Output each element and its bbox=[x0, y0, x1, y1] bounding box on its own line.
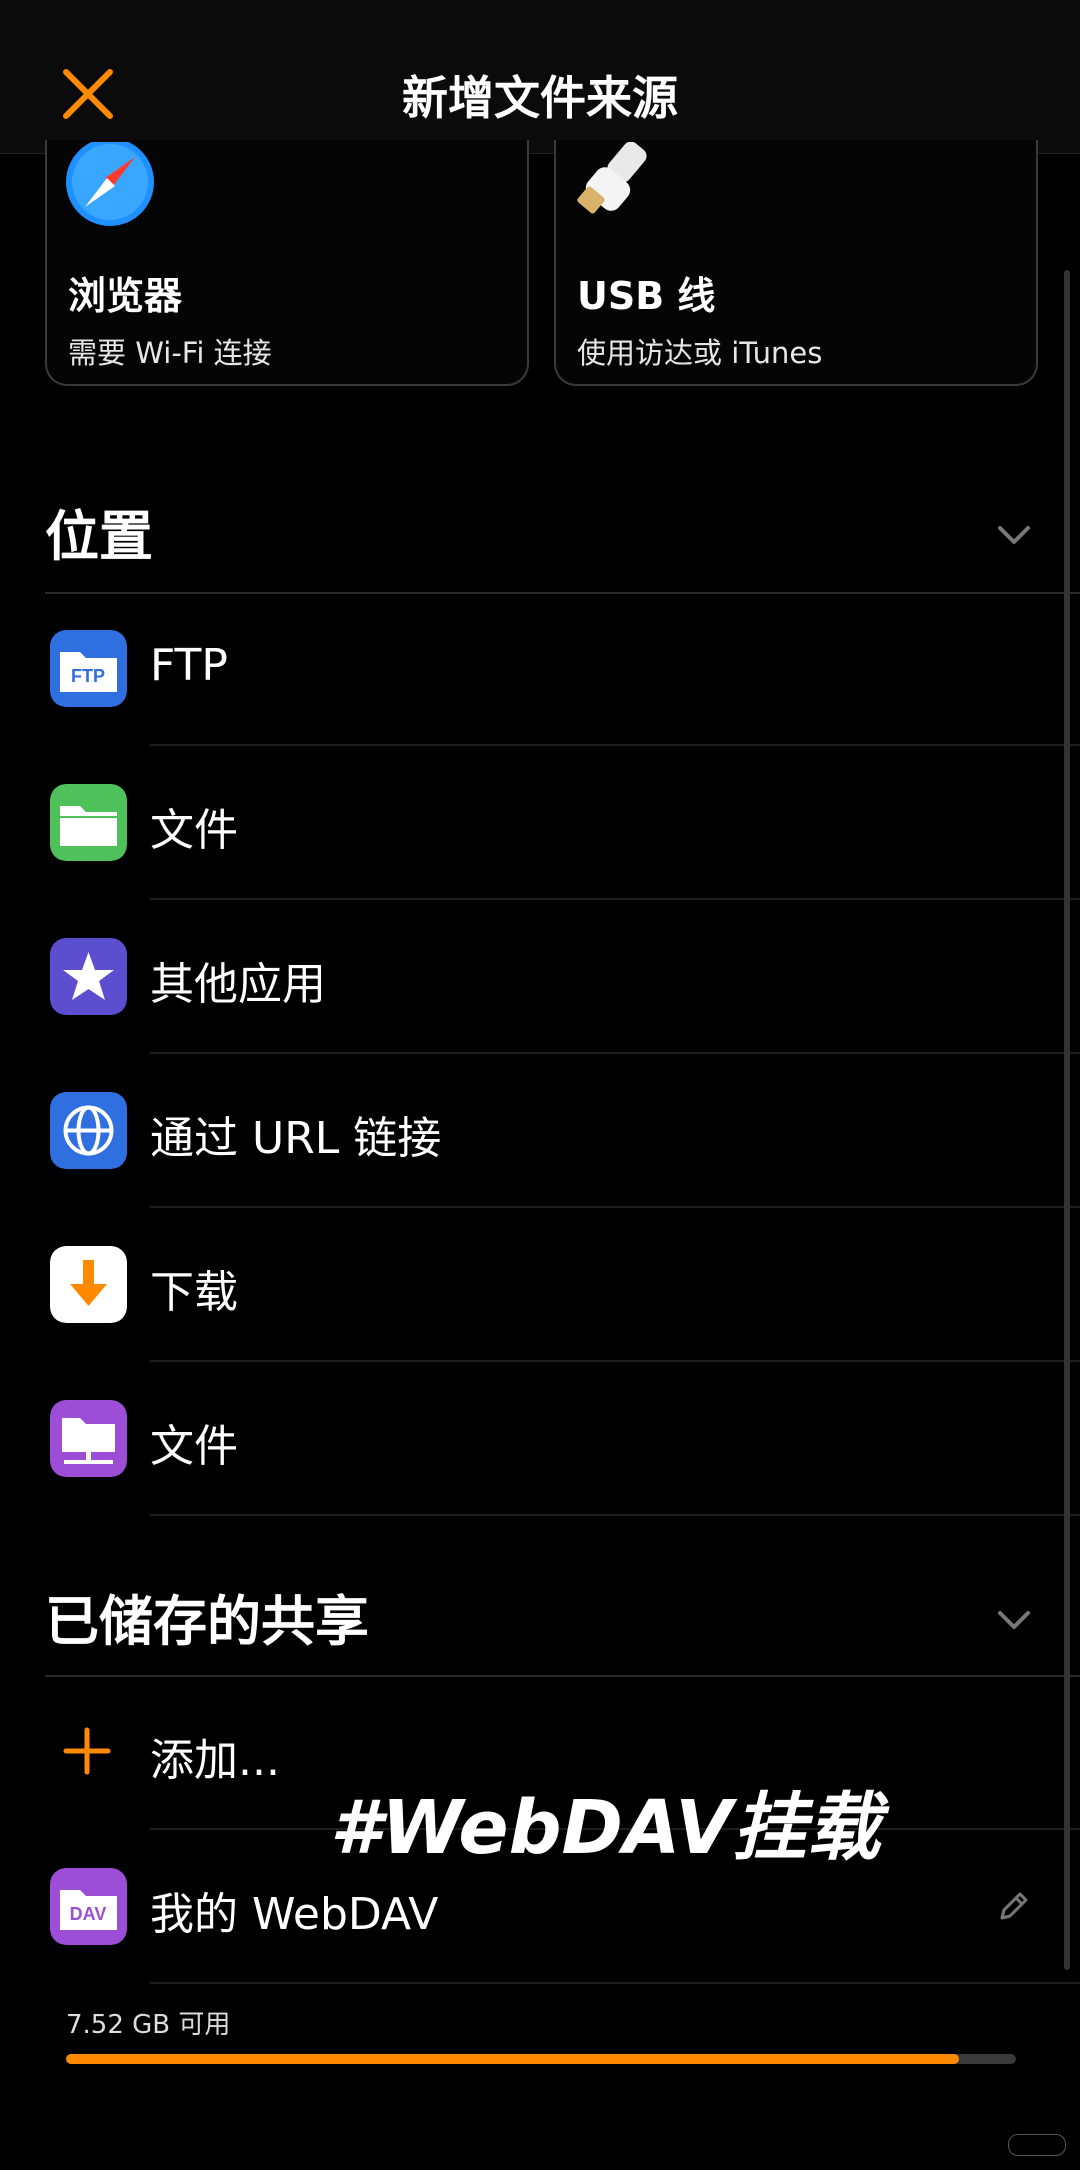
item-label: 文件 bbox=[150, 1421, 238, 1472]
location-item-network-files[interactable]: 文件 bbox=[0, 1362, 1080, 1516]
ftp-folder-icon: FTP bbox=[50, 630, 127, 707]
edit-pencil-icon[interactable] bbox=[994, 1886, 1034, 1926]
storage-progress-bar bbox=[66, 2054, 1016, 2064]
add-label: 添加... bbox=[150, 1735, 280, 1786]
item-label: 通过 URL 链接 bbox=[150, 1113, 442, 1164]
section-title: 已储存的共享 bbox=[45, 1590, 369, 1653]
storage-progress-fill bbox=[66, 2054, 959, 2064]
browser-card[interactable]: 浏览器 需要 Wi-Fi 连接 bbox=[45, 140, 529, 386]
network-folder-icon bbox=[50, 1400, 127, 1477]
location-item-other-apps[interactable]: 其他应用 bbox=[0, 900, 1080, 1054]
divider bbox=[150, 1982, 1080, 1984]
top-bar: 新增文件来源 bbox=[0, 0, 1080, 154]
plus-icon bbox=[63, 1727, 111, 1775]
item-label: 其他应用 bbox=[150, 959, 326, 1010]
saved-shares-section-header[interactable]: 已储存的共享 bbox=[45, 1555, 1080, 1677]
location-item-ftp[interactable]: FTP FTP bbox=[0, 592, 1080, 746]
dav-folder-icon: DAV bbox=[50, 1868, 127, 1945]
divider bbox=[150, 1514, 1080, 1516]
card-subtitle: 需要 Wi-Fi 连接 bbox=[68, 336, 272, 370]
location-item-downloads[interactable]: 下载 bbox=[0, 1208, 1080, 1362]
locations-section-header[interactable]: 位置 bbox=[45, 472, 1080, 594]
usb-card[interactable]: USB 线 使用访达或 iTunes bbox=[554, 140, 1038, 386]
item-label: FTP bbox=[150, 640, 228, 691]
card-title: USB 线 bbox=[577, 274, 716, 318]
item-label: 我的 WebDAV bbox=[150, 1889, 439, 1940]
item-label: 下载 bbox=[150, 1267, 238, 1318]
card-title: 浏览器 bbox=[68, 274, 183, 318]
star-icon bbox=[50, 938, 127, 1015]
svg-text:DAV: DAV bbox=[70, 1904, 107, 1924]
usb-cable-icon bbox=[577, 142, 647, 214]
item-label: 文件 bbox=[150, 805, 238, 856]
watermark-caption: #WebDAV挂载 bbox=[330, 1785, 881, 1871]
page-title: 新增文件来源 bbox=[402, 71, 678, 125]
svg-text:FTP: FTP bbox=[71, 666, 105, 686]
storage-available-text: 7.52 GB 可用 bbox=[66, 2010, 231, 2040]
chevron-down-icon[interactable] bbox=[994, 1599, 1034, 1639]
globe-icon bbox=[50, 1092, 127, 1169]
scrollbar[interactable] bbox=[1064, 270, 1070, 1970]
download-arrow-icon bbox=[50, 1246, 127, 1323]
corner-logo bbox=[1008, 2134, 1066, 2156]
card-subtitle: 使用访达或 iTunes bbox=[577, 336, 823, 370]
compass-icon bbox=[66, 142, 154, 226]
location-item-url[interactable]: 通过 URL 链接 bbox=[0, 1054, 1080, 1208]
chevron-down-icon[interactable] bbox=[994, 514, 1034, 554]
folder-icon bbox=[50, 784, 127, 861]
location-item-files[interactable]: 文件 bbox=[0, 746, 1080, 900]
section-title: 位置 bbox=[45, 505, 153, 568]
